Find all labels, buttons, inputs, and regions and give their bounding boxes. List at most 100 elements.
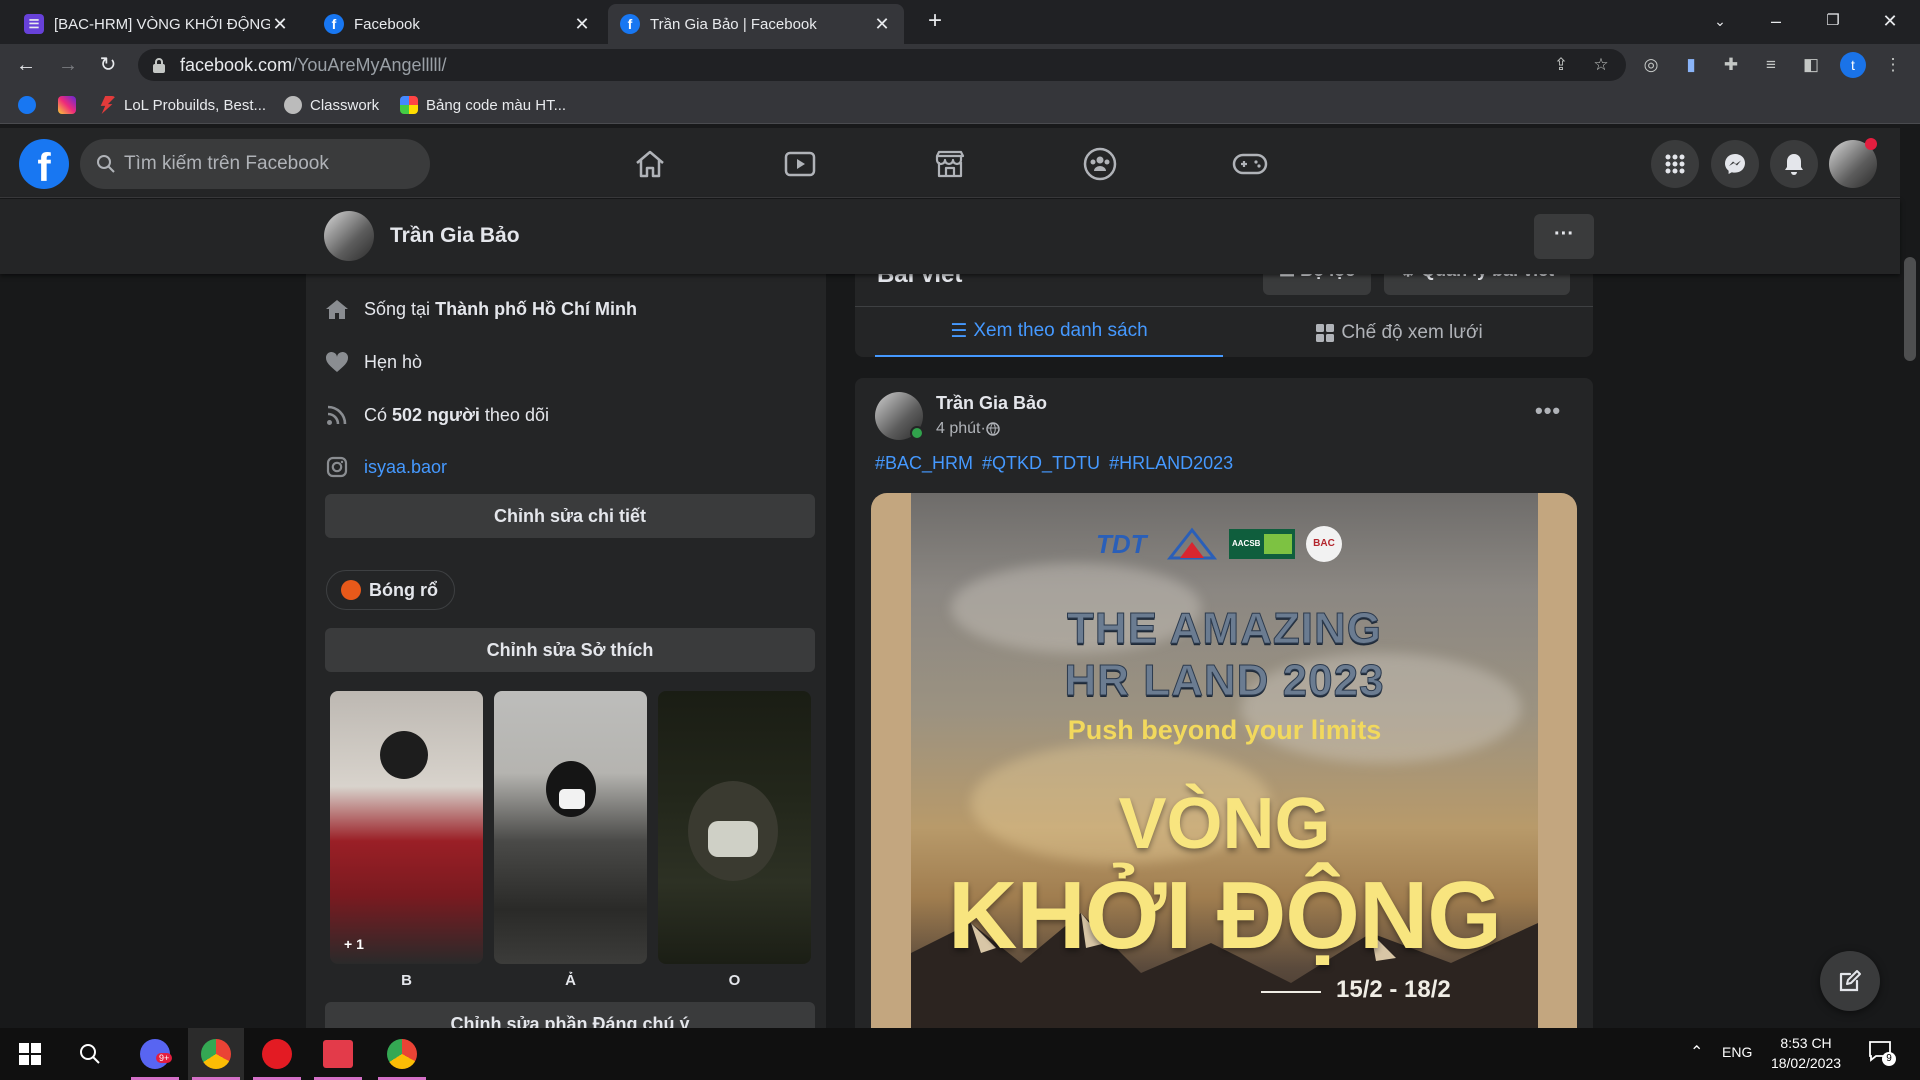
nav-watch[interactable] [740, 134, 860, 194]
poster-headline: VÒNG [1118, 784, 1331, 864]
gaming-icon [1232, 153, 1268, 175]
post-options-button[interactable]: ••• [1535, 398, 1561, 424]
bookmark-instagram[interactable] [58, 94, 84, 116]
account-avatar[interactable] [1829, 138, 1877, 188]
search-input[interactable] [124, 153, 404, 175]
featured-photo-3[interactable] [658, 691, 811, 964]
list-icon: ☰ [950, 320, 968, 342]
hashtag-link[interactable]: #HRLAND2023 [1109, 453, 1233, 473]
bookmark-star-icon[interactable]: ☆ [1588, 52, 1614, 78]
color-palette-icon [400, 96, 418, 114]
scrollbar-thumb[interactable] [1904, 257, 1916, 361]
edit-featured-button[interactable]: Chỉnh sửa phần Đáng chú ý [325, 1002, 815, 1028]
windows-start-icon[interactable] [2, 1028, 58, 1080]
profile-avatar-icon[interactable]: t [1840, 52, 1866, 78]
nav-marketplace[interactable] [890, 134, 1010, 194]
forward-icon[interactable]: → [52, 50, 84, 80]
tab-search-chevron-icon[interactable]: ⌄ [1700, 6, 1740, 36]
lightning-icon [100, 96, 116, 114]
poster-slogan: Push beyond your limits [1067, 715, 1382, 745]
compass-icon[interactable]: ◎ [1638, 52, 1664, 78]
messenger-button[interactable] [1711, 140, 1759, 188]
search-icon[interactable] [62, 1028, 118, 1080]
nav-groups[interactable] [1040, 134, 1160, 194]
facebook-logo[interactable]: f [19, 139, 69, 189]
mail-app-icon [323, 1040, 353, 1068]
close-tab-icon[interactable]: ✕ [872, 14, 892, 35]
taskbar-app-red[interactable] [249, 1028, 305, 1080]
post-author[interactable]: Trần Gia Bảo [936, 393, 1047, 414]
app-grid-icon [1665, 154, 1685, 174]
media-queue-icon[interactable]: ≡ [1758, 52, 1784, 78]
avatar[interactable] [324, 211, 374, 261]
close-tab-icon[interactable]: ✕ [572, 14, 592, 35]
university-logo [1166, 526, 1218, 562]
poster-headline: KHỞI ĐỘNG [948, 862, 1502, 969]
tab-grid-view[interactable]: Chế độ xem lưới [1225, 307, 1573, 357]
post-time[interactable]: 4 phút [936, 420, 980, 438]
featured-label: Ả [565, 972, 576, 989]
basketball-icon [341, 580, 361, 600]
edit-hobbies-button[interactable]: Chỉnh sửa Sở thích [325, 628, 815, 672]
rss-icon [324, 402, 350, 428]
featured-photo-1[interactable]: + 1 [330, 691, 483, 964]
browser-tab-facebook[interactable]: f Facebook ✕ [312, 4, 604, 44]
kebab-menu-icon[interactable]: ⋮ [1880, 52, 1906, 78]
menu-button[interactable] [1651, 140, 1699, 188]
taskbar-chrome[interactable] [188, 1028, 244, 1080]
bac-logo: BAC [1306, 526, 1342, 562]
nav-home[interactable] [590, 134, 710, 194]
video-icon [784, 151, 816, 177]
hashtag-link[interactable]: #QTKD_TDTU [982, 453, 1100, 473]
bookmark-classwork[interactable]: Classwork [284, 94, 379, 116]
bookmark-color-codes[interactable]: Bảng code màu HT... [400, 94, 566, 116]
profile-name[interactable]: Trần Gia Bảo [390, 224, 520, 248]
input-language[interactable]: ENG [1722, 1044, 1752, 1060]
hobby-chip[interactable]: Bóng rổ [326, 570, 455, 610]
new-message-button[interactable] [1820, 951, 1880, 1011]
chrome-icon [387, 1039, 417, 1069]
browser-tab-profile[interactable]: f Trần Gia Bảo | Facebook ✕ [608, 4, 904, 44]
extensions-puzzle-icon[interactable]: ✚ [1718, 52, 1744, 78]
notification-center-icon[interactable]: 9 [1868, 1040, 1896, 1066]
restore-icon[interactable]: ❐ [1813, 6, 1853, 36]
share-icon[interactable]: ⇪ [1548, 52, 1574, 78]
aacsb-mark [1264, 533, 1293, 554]
grid-icon [1316, 323, 1335, 342]
notifications-button[interactable] [1770, 140, 1818, 188]
address-bar[interactable]: facebook.com/YouAreMyAngelllll/ [138, 49, 1626, 81]
facebook-top-nav: f [0, 128, 1900, 198]
bookmarks-bar: LoL Probuilds, Best... Classwork Bảng co… [0, 86, 1920, 124]
taskbar-chrome-2[interactable] [374, 1028, 430, 1080]
taskbar-discord[interactable]: 9+ [127, 1028, 183, 1080]
bell-icon [1785, 154, 1803, 175]
tab-title: Trần Gia Bảo | Facebook [650, 15, 817, 33]
close-tab-icon[interactable]: ✕ [270, 14, 290, 35]
back-icon[interactable]: ← [10, 50, 42, 80]
hashtag-link[interactable]: #BAC_HRM [875, 453, 973, 473]
profile-more-button[interactable]: ··· [1534, 214, 1594, 259]
system-clock[interactable]: 8:53 CH 18/02/2023 [1766, 1033, 1846, 1073]
taskbar-app-mail[interactable] [310, 1028, 366, 1080]
nav-gaming[interactable] [1190, 134, 1310, 194]
bookmark-facebook[interactable] [18, 94, 44, 116]
extension-doc-icon[interactable]: ▮ [1678, 52, 1704, 78]
discord-icon: 9+ [140, 1039, 173, 1069]
side-panel-icon[interactable]: ◧ [1798, 52, 1824, 78]
globe-icon [284, 96, 302, 114]
city-link[interactable]: Thành phố Hồ Chí Minh [435, 299, 637, 320]
facebook-search[interactable] [80, 139, 430, 189]
followers-count[interactable]: 502 người [392, 405, 480, 426]
minimize-icon[interactable]: – [1756, 6, 1796, 36]
browser-tab-bac-hrm[interactable]: ☰ [BAC-HRM] VÒNG KHỞI ĐỘNG C ✕ [12, 4, 302, 44]
new-tab-icon[interactable]: + [915, 6, 955, 36]
close-window-icon[interactable]: ✕ [1870, 6, 1910, 36]
featured-photo-2[interactable] [494, 691, 647, 964]
post-image[interactable]: TDT AACSB BAC THE AMAZING HR LAND 2023 P… [871, 493, 1577, 1028]
reload-icon[interactable]: ↻ [92, 50, 124, 80]
instagram-link[interactable]: isyaa.baor [364, 457, 447, 478]
bookmark-lol-probuilds[interactable]: LoL Probuilds, Best... [98, 94, 266, 116]
edit-details-button[interactable]: Chỉnh sửa chi tiết [325, 494, 815, 538]
tab-list-view[interactable]: ☰ Xem theo danh sách [875, 307, 1223, 357]
tray-chevron-icon[interactable]: ⌃ [1690, 1042, 1703, 1062]
